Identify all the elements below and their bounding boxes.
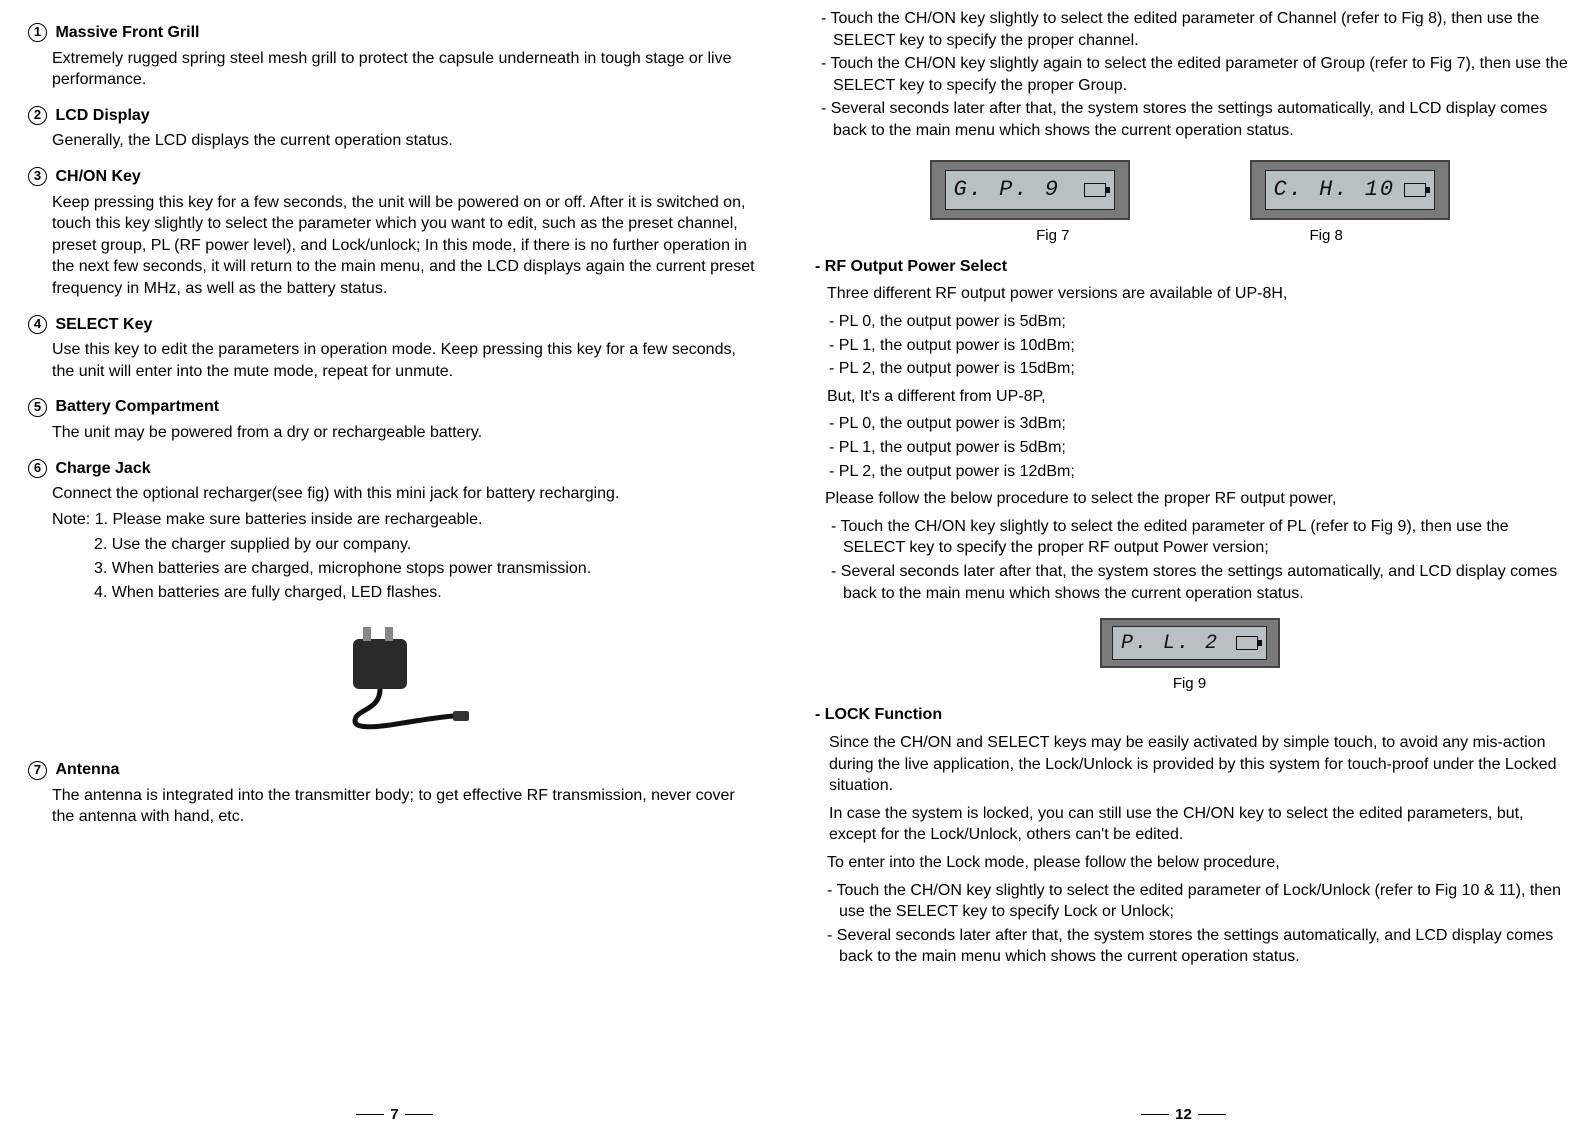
rf-8p-2: - PL 2, the output power is 12dBm; (829, 461, 1570, 483)
item-4-title: SELECT Key (55, 316, 152, 333)
item-6-note3: 3. When batteries are charged, microphon… (94, 558, 761, 580)
item-2-title: LCD Display (55, 107, 149, 124)
circled-2: 2 (28, 106, 47, 125)
item-6-notes: 2. Use the charger supplied by our compa… (28, 534, 761, 603)
lcd-fig8-text: C. H. 10 (1274, 175, 1396, 205)
lcd-fig9: P. L. 2 (1100, 618, 1280, 668)
rf-output-title: - RF Output Power Select (815, 256, 1570, 278)
item-1-body: Extremely rugged spring steel mesh grill… (52, 48, 761, 91)
charger-figure (28, 621, 761, 741)
battery-icon (1404, 183, 1426, 197)
rf-follow: Please follow the below procedure to sel… (825, 488, 1570, 510)
page-number-left: 7 (0, 1105, 789, 1125)
item-3-body: Keep pressing this key for a few seconds… (52, 192, 761, 300)
lcd-fig8: C. H. 10 (1250, 160, 1450, 220)
fig-labels-row: Fig 7 Fig 8 (809, 226, 1570, 246)
charger-icon (315, 621, 475, 741)
fig9-label: Fig 9 (1173, 674, 1206, 694)
right-top-2: - Touch the CH/ON key slightly again to … (821, 53, 1570, 96)
rf-8p-1: - PL 1, the output power is 5dBm; (829, 437, 1570, 459)
lock-title: - LOCK Function (815, 704, 1570, 726)
page-left: 1 Massive Front Grill Extremely rugged s… (0, 0, 789, 1131)
rf-8p-0: - PL 0, the output power is 3dBm; (829, 413, 1570, 435)
item-2-body: Generally, the LCD displays the current … (52, 130, 761, 152)
item-7-body: The antenna is integrated into the trans… (52, 785, 761, 828)
item-7-heading: 7 Antenna (28, 759, 761, 781)
item-6-note2: 2. Use the charger supplied by our compa… (94, 534, 761, 556)
rf-intro: Three different RF output power versions… (827, 283, 1570, 305)
lcd-fig7-text: G. P. 9 (954, 175, 1060, 205)
circled-6: 6 (28, 459, 47, 478)
circled-7: 7 (28, 761, 47, 780)
item-4-body: Use this key to edit the parameters in o… (52, 339, 761, 382)
rf-but: But, It's a different from UP-8P, (827, 386, 1570, 408)
item-6-body: Connect the optional recharger(see fig) … (52, 483, 761, 505)
rf-8h-2: - PL 2, the output power is 15dBm; (829, 358, 1570, 380)
lcd-fig9-text: P. L. 2 (1121, 630, 1219, 657)
lcd-fig7: G. P. 9 (930, 160, 1130, 220)
circled-3: 3 (28, 167, 47, 186)
item-5-body: The unit may be powered from a dry or re… (52, 422, 761, 444)
item-5-title: Battery Compartment (55, 398, 219, 415)
circled-4: 4 (28, 315, 47, 334)
lock-p3: To enter into the Lock mode, please foll… (827, 852, 1570, 874)
page-number-right: 12 (789, 1105, 1578, 1125)
item-7-title: Antenna (55, 761, 119, 778)
right-top-1: - Touch the CH/ON key slightly to select… (821, 8, 1570, 51)
lcd-fig8-inner: C. H. 10 (1265, 170, 1435, 210)
item-5-heading: 5 Battery Compartment (28, 396, 761, 418)
item-2-heading: 2 LCD Display (28, 105, 761, 127)
rf-step-0: - Touch the CH/ON key slightly to select… (831, 516, 1570, 559)
lock-p1: Since the CH/ON and SELECT keys may be e… (829, 732, 1570, 797)
fig7-label: Fig 7 (1036, 226, 1069, 246)
item-1-heading: 1 Massive Front Grill (28, 22, 761, 44)
page-right: - Touch the CH/ON key slightly to select… (789, 0, 1578, 1131)
lcd-row: G. P. 9 C. H. 10 (809, 160, 1570, 220)
right-top-3: - Several seconds later after that, the … (821, 98, 1570, 141)
lcd-fig7-inner: G. P. 9 (945, 170, 1115, 210)
item-6-note1: Note: 1. Please make sure batteries insi… (52, 509, 761, 531)
lock-step-0: - Touch the CH/ON key slightly to select… (827, 880, 1570, 923)
item-4-heading: 4 SELECT Key (28, 314, 761, 336)
lcd-fig9-inner: P. L. 2 (1112, 626, 1267, 660)
item-3-title: CH/ON Key (55, 168, 140, 185)
item-6-heading: 6 Charge Jack (28, 458, 761, 480)
rf-8h-0: - PL 0, the output power is 5dBm; (829, 311, 1570, 333)
item-1-title: Massive Front Grill (55, 24, 199, 41)
item-6-title: Charge Jack (55, 460, 150, 477)
circled-1: 1 (28, 23, 47, 42)
item-6-note4: 4. When batteries are fully charged, LED… (94, 582, 761, 604)
lock-step-1: - Several seconds later after that, the … (827, 925, 1570, 968)
rf-step-1: - Several seconds later after that, the … (831, 561, 1570, 604)
fig9-wrap: P. L. 2 Fig 9 (809, 618, 1570, 694)
item-3-heading: 3 CH/ON Key (28, 166, 761, 188)
circled-5: 5 (28, 398, 47, 417)
battery-icon (1236, 636, 1258, 650)
battery-icon (1084, 183, 1106, 197)
rf-8h-1: - PL 1, the output power is 10dBm; (829, 335, 1570, 357)
fig8-label: Fig 8 (1310, 226, 1343, 246)
lock-p2: In case the system is locked, you can st… (829, 803, 1570, 846)
